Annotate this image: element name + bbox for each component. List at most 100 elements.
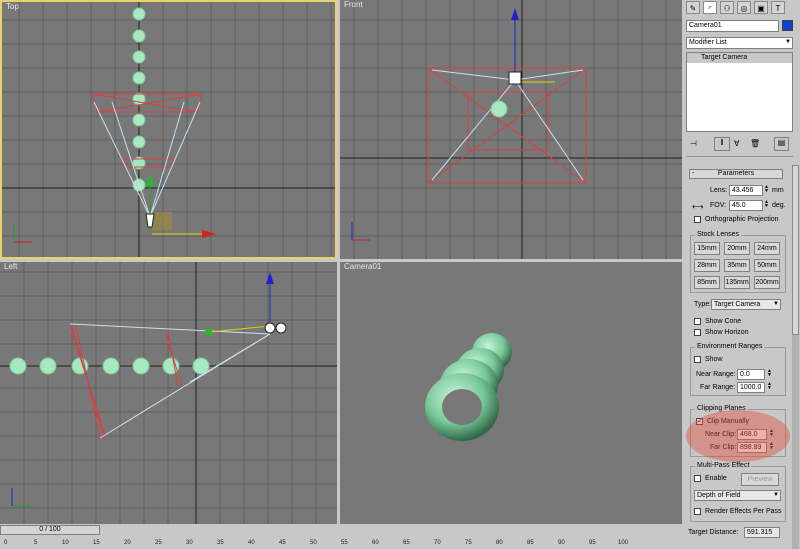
tick: 90 <box>558 540 565 546</box>
lens-24mm-button[interactable]: 24mm <box>754 242 780 255</box>
display-icon[interactable]: ▣ <box>754 1 768 14</box>
environment-ranges-title: Environment Ranges <box>695 343 765 350</box>
lens-135mm-button[interactable]: 135mm <box>724 276 750 289</box>
tick: 85 <box>527 540 534 546</box>
enable-checkbox[interactable] <box>694 475 701 482</box>
rollout-title: Parameters <box>717 170 755 177</box>
type-label: Type: <box>694 301 712 308</box>
timeline-ruler[interactable]: 0 5 10 15 20 25 30 35 40 45 50 55 60 65 … <box>0 538 683 549</box>
far-range-label: Far Range: <box>700 384 736 391</box>
object-color-swatch[interactable] <box>782 20 793 31</box>
lens-28mm-button[interactable]: 28mm <box>694 259 720 272</box>
time-slider-label: 0 / 100 <box>39 526 61 533</box>
stack-toolbar: ⊣ ‖ ∀ 🗑 ▤ <box>688 137 793 151</box>
left-viewport[interactable]: Left <box>0 262 337 524</box>
stack-item[interactable]: Target Camera <box>687 53 792 63</box>
tick: 70 <box>434 540 441 546</box>
modify-icon[interactable]: ◜ <box>703 1 717 14</box>
orthographic-checkbox[interactable] <box>694 216 701 223</box>
render-effects-checkbox[interactable] <box>694 508 701 515</box>
front-viewport-scene <box>340 0 682 259</box>
tick: 0 <box>4 540 8 546</box>
lens-50mm-button[interactable]: 50mm <box>754 259 780 272</box>
tick: 25 <box>155 540 162 546</box>
front-viewport[interactable]: Front <box>340 0 682 259</box>
configure-sets-icon[interactable]: ▤ <box>774 137 789 151</box>
fov-field[interactable]: 45.0 <box>729 200 763 211</box>
camera-viewport-scene <box>425 333 512 441</box>
orthographic-label: Orthographic Projection <box>705 216 779 223</box>
lens-15mm-button[interactable]: 15mm <box>694 242 720 255</box>
tick: 95 <box>589 540 596 546</box>
lens-85mm-button[interactable]: 85mm <box>694 276 720 289</box>
fov-spinner[interactable]: ▲ ▼ <box>764 200 769 209</box>
tick: 60 <box>372 540 379 546</box>
stock-lenses-title: Stock Lenses <box>695 231 742 238</box>
time-slider[interactable]: 0 / 100 <box>0 525 100 535</box>
fov-direction-icon[interactable]: ⟷ <box>692 202 703 211</box>
target-distance-label: Target Distance: <box>688 529 739 536</box>
object-name-field[interactable]: Camera01 <box>686 20 779 32</box>
parameters-rollout[interactable]: - Parameters <box>689 169 783 179</box>
tick: 80 <box>496 540 503 546</box>
lens-unit: mm <box>772 187 784 194</box>
top-viewport-scene <box>2 2 335 257</box>
panel-scrollbar-thumb[interactable] <box>792 165 799 335</box>
near-range-field[interactable]: 0.0 <box>737 369 765 380</box>
far-range-field[interactable]: 1000.0 <box>737 382 765 393</box>
render-effects-label: Render Effects Per Pass <box>705 508 782 515</box>
lens-label: Lens: <box>710 187 728 194</box>
target-distance-field[interactable]: 591.315 <box>744 527 780 538</box>
utilities-icon[interactable]: T <box>771 1 785 14</box>
collapse-icon: - <box>692 170 695 177</box>
camera-type-value: Target Camera <box>714 301 761 308</box>
make-unique-icon[interactable]: ∀ <box>734 139 739 148</box>
fov-label: FOV: <box>710 202 727 209</box>
lens-200mm-button[interactable]: 200mm <box>754 276 780 289</box>
show-cone-label: Show Cone <box>705 318 742 325</box>
top-viewport[interactable]: Top <box>0 0 337 259</box>
env-show-label: Show <box>705 356 723 363</box>
camera-viewport[interactable]: Camera01 <box>340 262 682 524</box>
motion-icon[interactable]: ◎ <box>737 1 751 14</box>
tick: 100 <box>618 540 629 546</box>
lens-35mm-button[interactable]: 35mm <box>724 259 750 272</box>
camera-type-dropdown[interactable]: Target Camera ▼ <box>711 299 781 310</box>
modifier-list-dropdown[interactable]: Modifier List ▼ <box>686 37 793 49</box>
clip-highlight <box>686 410 790 462</box>
chevron-down-icon: ▼ <box>785 39 791 45</box>
effect-dropdown[interactable]: Depth of Field ▼ <box>694 490 781 501</box>
effect-value: Depth of Field <box>697 492 741 499</box>
remove-modifier-icon[interactable]: 🗑 <box>750 139 760 148</box>
left-viewport-scene <box>0 262 337 524</box>
modifier-stack[interactable]: Target Camera <box>686 52 793 132</box>
tick: 50 <box>310 540 317 546</box>
hierarchy-icon[interactable]: ⚇ <box>720 1 734 14</box>
near-range-spinner[interactable]: ▲ ▼ <box>767 369 772 378</box>
tick: 65 <box>403 540 410 546</box>
lens-field[interactable]: 43.456 <box>729 185 763 196</box>
preview-button[interactable]: Preview <box>741 473 779 486</box>
show-horizon-label: Show Horizon <box>705 329 749 336</box>
viewport-label-camera[interactable]: Camera01 <box>344 262 381 271</box>
modifier-list-label: Modifier List <box>689 39 727 46</box>
show-end-result-icon[interactable]: ‖ <box>714 137 730 151</box>
lens-20mm-button[interactable]: 20mm <box>724 242 750 255</box>
separator <box>686 156 793 157</box>
show-horizon-checkbox[interactable] <box>694 329 701 336</box>
show-cone-checkbox[interactable] <box>694 318 701 325</box>
fov-unit: deg. <box>772 202 786 209</box>
enable-label: Enable <box>705 475 727 482</box>
near-range-label: Near Range: <box>696 371 736 378</box>
lens-spinner[interactable]: ▲ ▼ <box>764 185 769 194</box>
viewport-label-front[interactable]: Front <box>344 0 363 9</box>
env-show-checkbox[interactable] <box>694 356 701 363</box>
pin-stack-icon[interactable]: ⊣ <box>690 139 697 148</box>
far-range-spinner[interactable]: ▲ ▼ <box>767 382 772 391</box>
viewport-label-left[interactable]: Left <box>4 262 17 271</box>
tick: 5 <box>34 540 38 546</box>
tick: 55 <box>341 540 348 546</box>
viewport-label-top[interactable]: Top <box>6 2 19 11</box>
tick: 15 <box>93 540 100 546</box>
create-icon[interactable]: ✎ <box>686 1 700 14</box>
